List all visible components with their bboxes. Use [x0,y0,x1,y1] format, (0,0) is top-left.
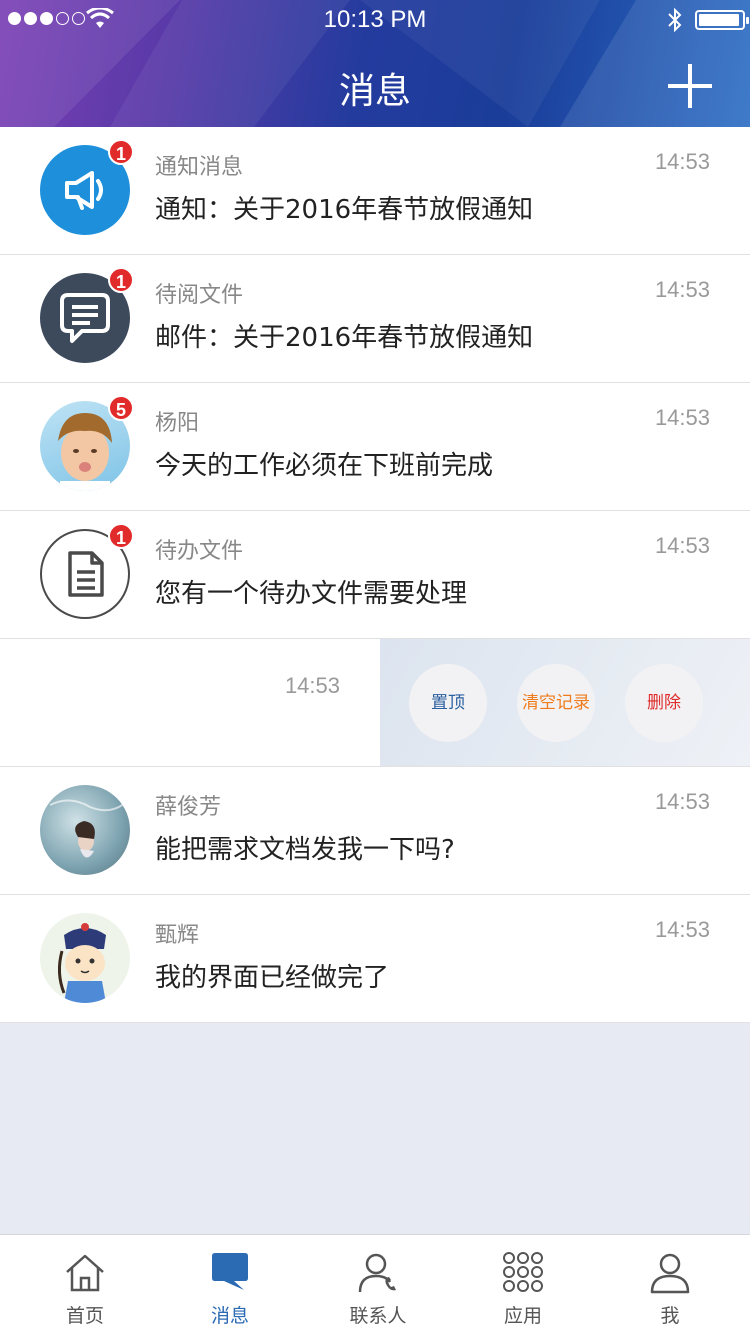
item-time: 14:53 [654,533,710,558]
clear-history-button[interactable]: 清空记录 [517,664,595,742]
avatar [40,785,130,875]
item-time: 14:53 [654,405,710,430]
tab-label: 我 [660,1305,680,1327]
page-title: 消息 [338,71,411,112]
list-item[interactable]: 1 待阅文件 邮件：关于2016年春节放假通知 14:53 [0,255,750,383]
status-time: 10:13 PM [323,6,427,33]
item-time: 14:53 [284,673,340,698]
item-message: 我的界面已经做完了 [155,963,390,993]
item-name: 杨阳 [155,411,200,436]
list-item[interactable]: 薛俊芳 能把需求文档发我一下吗? 14:53 [0,767,750,895]
item-time: 14:53 [654,149,710,174]
item-message: 今天的工作必须在下班前完成 [155,451,494,481]
list-item[interactable]: 1 待办文件 您有一个待办文件需要处理 14:53 [0,511,750,639]
battery-icon [695,10,749,30]
swiped-list-item[interactable]: 14:53 置顶 清空记录 删除 [0,639,750,767]
apps-grid-icon [503,1252,543,1292]
pin-button[interactable]: 置顶 [409,664,487,742]
add-button[interactable] [668,64,712,108]
list-item[interactable]: 5 杨阳 今天的工作必须在下班前完成 14:53 [0,383,750,511]
item-message: 您有一个待办文件需要处理 [155,579,468,609]
tab-me[interactable]: 我 [595,1235,745,1334]
unread-badge: 1 [108,523,134,549]
tab-messages[interactable]: 消息 [155,1235,305,1334]
tab-bar: 首页 消息 联系人 应用 我 [0,1234,750,1334]
item-time: 14:53 [654,277,710,302]
chat-bubble-icon [212,1253,248,1290]
swipe-actions: 置顶 清空记录 删除 [380,639,750,766]
item-message: 邮件：关于2016年春节放假通知 [155,323,534,353]
underwater-portrait-icon [49,799,126,858]
status-bar: 10:13 PM [0,0,750,40]
tab-label: 消息 [210,1305,249,1327]
list-item[interactable]: 1 通知消息 通知：关于2016年春节放假通知 14:53 [0,127,750,255]
item-name: 甄辉 [155,923,200,948]
message-list: 1 通知消息 通知：关于2016年春节放假通知 14:53 1 待阅文件 邮件：… [0,127,750,1023]
contact-icon [358,1253,396,1293]
bluetooth-icon [668,7,682,33]
tab-contacts[interactable]: 联系人 [303,1235,453,1334]
list-item[interactable]: 甄辉 我的界面已经做完了 14:53 [0,895,750,1023]
avatar [40,913,130,1003]
header: 10:13 PM 消息 [0,0,750,127]
user-icon [650,1253,690,1294]
unread-badge: 1 [108,139,134,165]
item-time: 14:53 [654,789,710,814]
tab-label: 应用 [503,1305,542,1327]
tab-home[interactable]: 首页 [10,1235,160,1334]
unread-badge: 1 [108,267,134,293]
cartoon-portrait-icon [57,923,106,1003]
item-message: 通知：关于2016年春节放假通知 [155,195,534,225]
swiped-item-content[interactable]: 14:53 [0,639,380,766]
tab-label: 首页 [65,1305,104,1327]
delete-button[interactable]: 删除 [625,664,703,742]
item-name: 通知消息 [155,155,244,180]
tab-label: 联系人 [349,1305,407,1327]
unread-badge: 5 [108,395,134,421]
item-time: 14:53 [654,917,710,942]
home-icon [66,1254,104,1292]
item-message: 能把需求文档发我一下吗? [155,835,455,865]
item-name: 待办文件 [155,539,244,564]
item-name: 待阅文件 [155,283,244,308]
item-name: 薛俊芳 [155,795,222,820]
tab-apps[interactable]: 应用 [448,1235,598,1334]
